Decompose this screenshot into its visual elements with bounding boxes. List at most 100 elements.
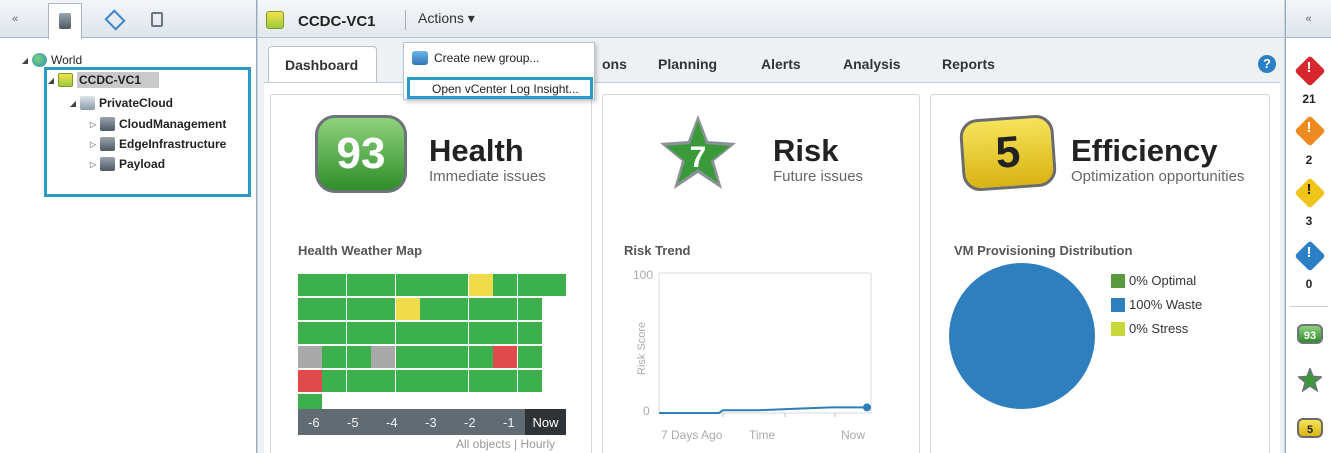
tab-alerts[interactable]: Alerts [761,46,801,82]
weather-map-cell[interactable] [444,322,469,344]
weather-map-footer: All objects | Hourly [456,437,556,451]
actions-menu-button[interactable]: Actions ▾ [418,10,475,27]
weather-map-cell[interactable] [346,322,371,344]
weather-map-cell[interactable] [322,346,347,368]
weather-map-cell[interactable] [517,298,542,320]
collapse-right-icon[interactable]: « [1286,0,1331,38]
help-icon[interactable]: ? [1258,55,1276,73]
weather-map-cell[interactable] [395,298,420,320]
tab-planning[interactable]: Planning [658,46,717,82]
weather-map-cell[interactable] [395,370,420,392]
menu-item-create-group[interactable]: Create new group... [412,51,539,65]
tab-hosts-clusters[interactable] [48,3,82,39]
tab-network[interactable] [98,3,132,36]
weather-map-cell[interactable] [444,346,469,368]
weather-map-cell[interactable] [346,370,371,392]
risk-trend-title: Risk Trend [624,243,691,258]
weather-map-cell[interactable] [420,346,444,368]
mini-risk-badge[interactable] [1298,368,1322,392]
weather-map-cell[interactable] [468,370,493,392]
collapse-left-icon[interactable]: « [6,10,24,28]
tab-reports[interactable]: Reports [942,46,995,82]
globe-icon [32,53,47,67]
weather-map-cell[interactable] [517,322,542,344]
weather-map-cell[interactable] [420,322,444,344]
weather-map-title: Health Weather Map [298,243,423,258]
weather-map-cell[interactable] [298,370,322,392]
weather-map-cell[interactable] [444,370,469,392]
weather-map-cell[interactable] [468,322,493,344]
expand-arrow-icon[interactable]: ◢ [20,56,30,65]
health-title: Health [429,133,524,168]
weather-map-cell[interactable] [395,322,420,344]
weather-map-cell[interactable] [468,298,493,320]
weather-map-cell[interactable] [346,298,371,320]
risk-badge[interactable]: 7 [658,113,738,193]
weather-map-cell[interactable] [322,322,347,344]
weather-map-cell[interactable] [444,298,469,320]
critical-alert-count[interactable]: 21 [1286,92,1331,106]
legend-swatch [1111,321,1125,336]
tab-dashboard[interactable]: Dashboard [268,46,378,82]
menu-item-open-log-insight[interactable]: Open vCenter Log Insight... [407,77,593,99]
weather-map-cell[interactable] [542,274,566,296]
weather-map-cell[interactable] [468,274,493,296]
weather-map-cell[interactable] [493,322,518,344]
weather-map-cell[interactable] [493,346,518,368]
axis-label-now[interactable]: Now [525,409,566,435]
tab-storage[interactable] [140,3,174,36]
immediate-alert-count[interactable]: 2 [1286,153,1331,167]
weather-map-cell[interactable] [517,370,542,392]
risk-series [659,403,871,414]
weather-map-cell[interactable] [298,322,322,344]
weather-map-cell[interactable] [322,274,347,296]
weather-map-cell[interactable] [346,346,371,368]
dashboard-content: 93 Health Immediate issues Health Weathe… [264,82,1280,453]
legend-optimal: 0% Optimal [1111,273,1196,288]
weather-map-cell[interactable] [395,346,420,368]
vcenter-icon [266,11,284,29]
weather-map-cell[interactable] [322,298,347,320]
axis-label: -4 [386,415,398,430]
efficiency-badge[interactable]: 5 [958,113,1058,193]
pie-slice-waste[interactable] [949,263,1095,409]
health-badge[interactable]: 93 [315,115,407,193]
weather-map-cell[interactable] [420,370,444,392]
legend-swatch [1111,273,1125,288]
x-tick: Time [749,428,776,442]
weather-map-cell[interactable] [493,370,518,392]
y-axis-label: Risk Score [636,322,648,375]
tab-operations[interactable]: ons [602,46,627,82]
tab-analysis[interactable]: Analysis [843,46,901,82]
weather-map-cell[interactable] [298,346,322,368]
info-alert-count[interactable]: 0 [1286,277,1331,291]
weather-map-cell[interactable] [420,298,444,320]
weather-map-cell[interactable] [444,274,469,296]
weather-map-cell[interactable] [468,346,493,368]
weather-map-cell[interactable] [371,274,396,296]
health-subtitle: Immediate issues [429,168,546,185]
weather-map-cell[interactable] [493,274,518,296]
weather-map-cell[interactable] [371,370,396,392]
weather-map-cell[interactable] [298,274,322,296]
mini-efficiency-badge[interactable]: 5 [1297,418,1323,438]
weather-map-cell[interactable] [420,274,444,296]
weather-map-cell[interactable] [517,274,542,296]
tree-label: World [51,53,83,67]
weather-map-cell[interactable] [371,322,396,344]
weather-map-cell[interactable] [371,346,396,368]
mini-health-badge[interactable]: 93 [1297,324,1323,344]
weather-map-cell[interactable] [298,298,322,320]
risk-trend-chart: 100 0 Risk Score 7 Days Ago Time Now [633,268,872,442]
weather-map-cell[interactable] [493,298,518,320]
legend-label: 100% Waste [1129,297,1203,312]
provisioning-pie-chart [949,263,1095,409]
weather-map-cell[interactable] [322,370,347,392]
weather-map-cell[interactable] [346,274,371,296]
risk-trend-point[interactable] [863,403,871,412]
axis-label: -2 [464,415,476,430]
weather-map-cell[interactable] [517,346,542,368]
weather-map-cell[interactable] [395,274,420,296]
weather-map-cell[interactable] [371,298,396,320]
warning-alert-count[interactable]: 3 [1286,214,1331,228]
